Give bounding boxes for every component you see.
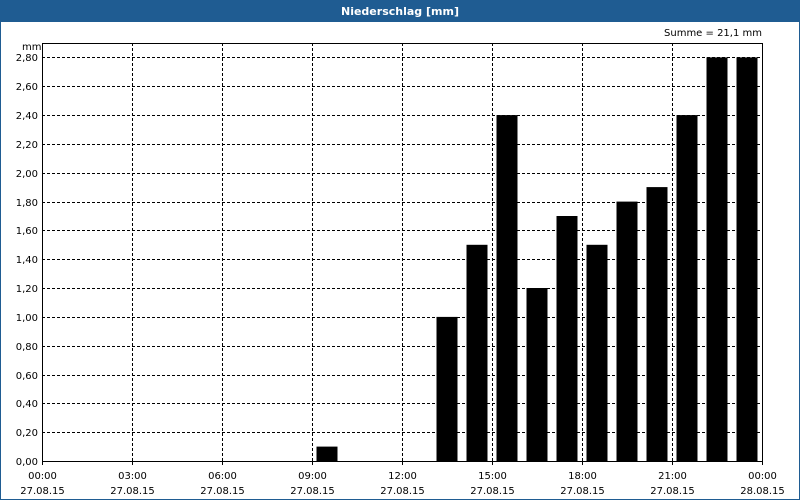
bar	[466, 244, 488, 461]
x-tick-date-label: 27.08.15	[380, 486, 425, 497]
y-tick-label: 2,40	[16, 111, 38, 122]
sum-label: Summe = 21,1 mm	[664, 28, 762, 39]
x-tick-labels: 00:00 27.08.15 03:00 27.08.15 06:00 27.08.15 0…	[20, 471, 785, 497]
bar	[706, 57, 728, 462]
bar	[316, 446, 338, 461]
bar	[586, 244, 608, 461]
x-tick-time-label: 18:00	[568, 471, 597, 482]
y-tick-label: 0,60	[16, 371, 38, 382]
x-tick-date-label: 27.08.15	[650, 486, 695, 497]
bar	[526, 288, 548, 461]
bar	[556, 216, 578, 461]
bar	[616, 201, 638, 461]
bar	[646, 187, 668, 461]
bar	[736, 57, 758, 462]
y-axis-unit-label: mm	[22, 42, 41, 53]
y-tick-label: 2,00	[16, 169, 38, 180]
x-tick-time-label: 12:00	[388, 471, 417, 482]
x-tick-time-label: 00:00	[748, 471, 777, 482]
x-tick-date-label: 27.08.15	[560, 486, 605, 497]
y-tick-label: 2,80	[16, 53, 38, 64]
y-tick-labels: 0,00 0,20 0,40 0,60 0,80 1,00 1,20 1,40 1,60 1,80…	[16, 53, 38, 468]
x-tick-time-label: 21:00	[658, 471, 687, 482]
precipitation-chart: mm Summe = 21,1 mm 0,00 0,20 0,40 0,60 0,80 1…	[16, 28, 785, 497]
y-tick-label: 0,00	[16, 457, 38, 468]
x-tick-date-label: 28.08.15	[740, 486, 785, 497]
y-tick-label: 1,40	[16, 255, 38, 266]
x-tick-date-label: 27.08.15	[20, 486, 65, 497]
y-tick-label: 1,60	[16, 226, 38, 237]
y-tick-label: 1,20	[16, 284, 38, 295]
x-tick-time-label: 03:00	[118, 471, 147, 482]
bar	[496, 115, 518, 461]
y-tick-label: 0,20	[16, 428, 38, 439]
x-tick-time-label: 09:00	[298, 471, 327, 482]
x-tick-date-label: 27.08.15	[470, 486, 515, 497]
y-tick-label: 0,80	[16, 342, 38, 353]
bar	[436, 316, 458, 461]
y-tick-label: 1,00	[16, 313, 38, 324]
x-tick-date-label: 27.08.15	[110, 486, 155, 497]
y-tick-label: 1,80	[16, 198, 38, 209]
bar	[676, 115, 698, 461]
x-tick-time-label: 06:00	[208, 471, 237, 482]
x-tick-time-label: 00:00	[28, 471, 57, 482]
x-tick-time-label: 15:00	[478, 471, 507, 482]
y-tick-label: 2,20	[16, 140, 38, 151]
y-tick-label: 0,40	[16, 399, 38, 410]
x-tick-date-label: 27.08.15	[290, 486, 335, 497]
x-tick-date-label: 27.08.15	[200, 486, 245, 497]
y-tick-label: 2,60	[16, 82, 38, 93]
